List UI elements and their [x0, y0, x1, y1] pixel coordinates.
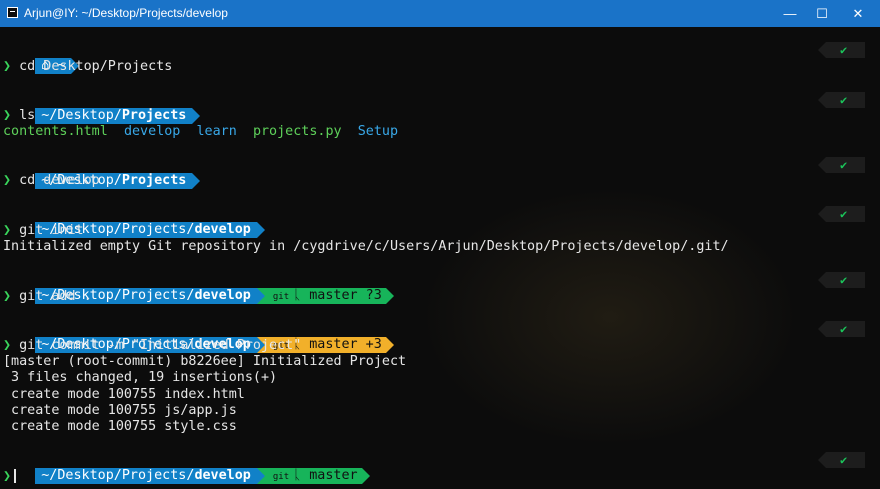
status-ok: ✔	[818, 42, 866, 58]
checkmark-icon: ✔	[826, 452, 866, 468]
command-line: ❯ cd Desktop/Projects	[3, 59, 172, 75]
prompt-symbol: ❯	[3, 108, 12, 123]
git-branch: ᚳ master +3	[293, 337, 382, 352]
prompt-segment: ~/Desktop/Projects/develop git ᚳ master +3	[3, 321, 394, 353]
prompt-path-bold: Projects	[121, 108, 187, 123]
segment-arrow	[256, 222, 265, 238]
ls-entry: develop	[123, 124, 181, 139]
status-ok: ✔	[818, 92, 866, 108]
command-text: git init	[19, 223, 84, 238]
prompt-path-bold: develop	[194, 468, 251, 483]
checkmark-icon: ✔	[826, 92, 866, 108]
prompt-segment: ~/Desktop/Projects/develop git ᚳ master ?3	[3, 272, 394, 304]
git-branch: ᚳ master ?3	[293, 288, 382, 303]
segment-arrow	[385, 337, 394, 353]
terminal-area[interactable]: ⌂ ~ ✔ ❯ cd Desktop/Projects ~/Desktop/Pr…	[0, 27, 880, 489]
prompt-segment: ~/Desktop/Projects	[3, 92, 201, 124]
command-line: ❯ ls	[3, 108, 35, 124]
checkmark-icon: ✔	[826, 42, 866, 58]
segment-arrow	[256, 288, 265, 304]
command-line: ❯ git add .	[3, 289, 92, 305]
segment-arrow	[361, 468, 370, 484]
command-text: git commit -m "Initialized Project"	[19, 338, 302, 353]
checkmark-icon: ✔	[826, 157, 866, 173]
prompt-path-bold: Projects	[121, 173, 187, 188]
status-ok: ✔	[818, 157, 866, 173]
commit-output-line: create mode 100755 js/app.js	[3, 403, 237, 418]
commit-output-line: create mode 100755 index.html	[3, 387, 245, 402]
command-text: cd develop	[19, 173, 100, 188]
prompt-segment: ~/Desktop/Projects/develop git ᚳ master	[3, 452, 370, 484]
prompt-segment: ⌂ ~	[3, 42, 80, 74]
prompt-segment: ~/Desktop/Projects	[3, 157, 201, 189]
prompt-symbol: ❯	[3, 223, 12, 238]
prompt-path: ~/Desktop/	[41, 108, 122, 123]
commit-output-line: create mode 100755 style.css	[3, 419, 237, 434]
commit-output-line: 3 files changed, 19 insertions(+)	[3, 370, 278, 385]
status-ok: ✔	[818, 452, 866, 468]
command-text: git add .	[19, 289, 92, 304]
command-line: ❯ git init	[3, 223, 84, 239]
git-init-output: Initialized empty Git repository in /cyg…	[3, 239, 729, 254]
text-cursor[interactable]	[14, 469, 17, 483]
minimize-button[interactable]: —	[772, 0, 808, 27]
command-line[interactable]: ❯	[3, 469, 17, 485]
command-line: ❯ git commit -m "Initialized Project"	[3, 338, 301, 354]
commit-output-line: [master (root-commit) b8226ee] Initializ…	[3, 354, 407, 369]
close-button[interactable]: ✕	[840, 0, 876, 27]
ls-entry: Setup	[357, 124, 399, 139]
prompt-symbol: ❯	[3, 59, 12, 74]
git-status-segment: git ᚳ master ?3	[264, 288, 386, 304]
background-glow	[420, 187, 800, 447]
window-title: Arjun@IY: ~/Desktop/Projects/develop	[24, 6, 228, 20]
prompt-segment: ~/Desktop/Projects/develop	[3, 206, 265, 238]
terminal-icon[interactable]	[7, 7, 18, 18]
prompt-symbol: ❯	[3, 289, 12, 304]
prompt-symbol: ❯	[3, 338, 12, 353]
ls-entry: contents.html	[3, 124, 108, 139]
ls-output: contents.html develop learn projects.py …	[3, 124, 398, 140]
checkmark-icon: ✔	[826, 272, 866, 288]
prompt-symbol: ❯	[3, 173, 12, 188]
segment-arrow	[192, 173, 201, 189]
command-text: ls	[19, 108, 36, 123]
maximize-button[interactable]: ☐	[804, 0, 840, 27]
ls-entry: learn	[196, 124, 237, 139]
git-tag: git	[272, 472, 290, 482]
prompt-path-bold: develop	[194, 288, 251, 303]
status-ok: ✔	[818, 321, 866, 337]
status-ok: ✔	[818, 272, 866, 288]
git-tag: git	[272, 292, 290, 302]
checkmark-icon: ✔	[826, 206, 866, 222]
prompt-symbol: ❯	[3, 469, 12, 484]
ls-entry: projects.py	[252, 124, 342, 139]
prompt-path-bold: develop	[194, 222, 251, 237]
window-titlebar[interactable]: Arjun@IY: ~/Desktop/Projects/develop — ☐…	[0, 0, 880, 27]
command-line: ❯ cd develop	[3, 173, 100, 189]
command-text: cd Desktop/Projects	[19, 59, 173, 74]
prompt-path: ~/Desktop/Projects/	[41, 468, 195, 483]
segment-arrow	[192, 108, 201, 124]
git-status-segment: git ᚳ master	[264, 468, 362, 484]
status-ok: ✔	[818, 206, 866, 222]
segment-arrow	[256, 468, 265, 484]
checkmark-icon: ✔	[826, 321, 866, 337]
segment-arrow	[385, 288, 394, 304]
git-branch: ᚳ master	[293, 468, 358, 483]
